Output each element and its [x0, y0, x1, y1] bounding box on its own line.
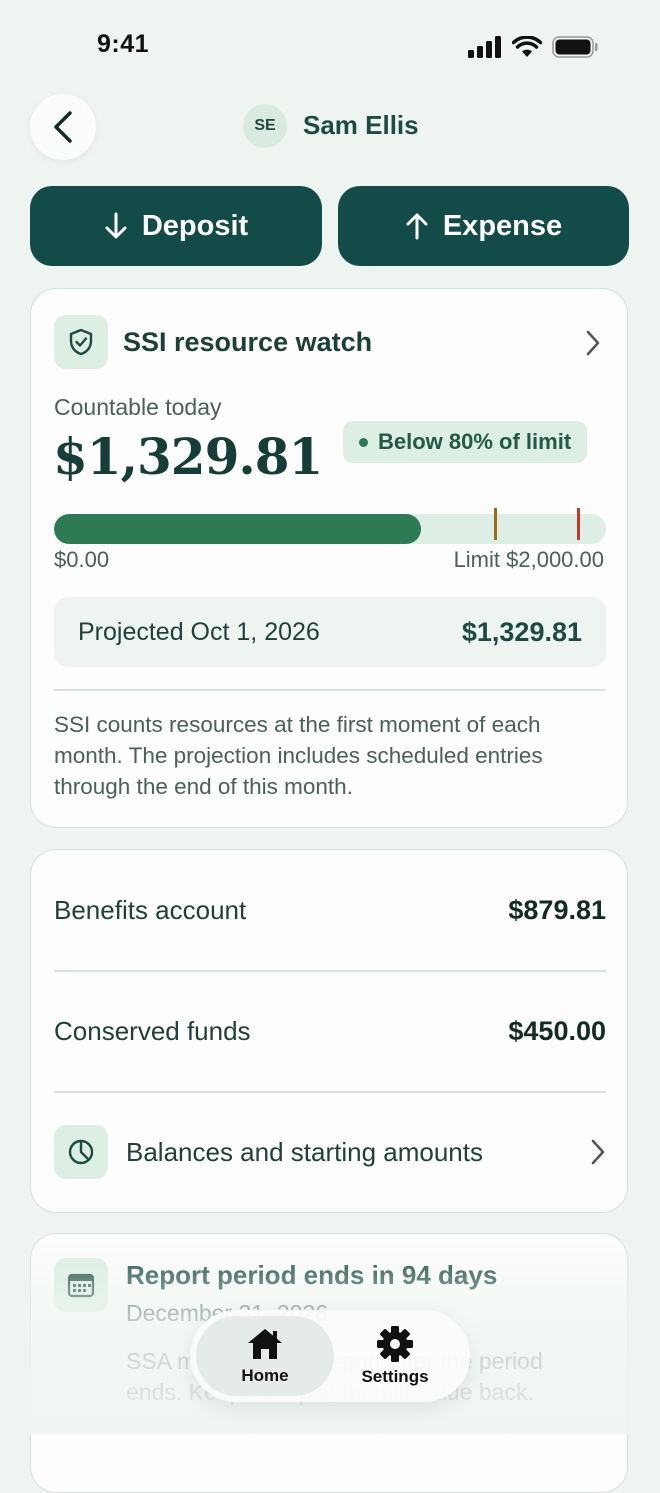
balance-row-benefits: Benefits account $879.81 — [54, 850, 606, 970]
user-name[interactable]: Sam Ellis — [303, 110, 419, 141]
report-icon-tile — [54, 1258, 108, 1312]
projected-label: Projected Oct 1, 2026 — [78, 617, 320, 646]
cellular-signal-icon — [468, 36, 501, 58]
divider — [54, 689, 606, 691]
back-button[interactable] — [30, 94, 96, 160]
balance-value: $450.00 — [508, 1015, 606, 1046]
balance-value: $879.81 — [508, 894, 606, 925]
deposit-label: Deposit — [141, 209, 249, 242]
balance-label: Benefits account — [54, 894, 247, 925]
tab-home[interactable]: Home — [196, 1316, 334, 1396]
home-icon — [248, 1329, 282, 1359]
projected-value: $1,329.81 — [461, 616, 582, 647]
balances-card: Benefits account $879.81 Conserved funds… — [30, 849, 628, 1213]
shield-check-icon — [69, 328, 93, 356]
status-badge: Below 80% of limit — [343, 421, 588, 463]
chevron-left-icon — [54, 111, 72, 143]
ssi-resource-card[interactable]: SSI resource watch Countable today $1,32… — [30, 288, 628, 828]
threshold-marker-80 — [494, 508, 498, 540]
ssi-note: SSI counts resources at the first moment… — [54, 712, 543, 799]
balances-link-label: Balances and starting amounts — [126, 1136, 483, 1167]
wifi-icon — [512, 36, 542, 57]
battery-icon — [552, 36, 598, 58]
balance-label: Conserved funds — [54, 1015, 251, 1046]
resource-progress-bar — [54, 514, 606, 544]
balance-row-conserved: Conserved funds $450.00 — [54, 971, 606, 1091]
balances-icon-tile — [54, 1125, 108, 1179]
pie-chart-icon — [68, 1139, 94, 1165]
arrow-down-icon — [105, 212, 127, 239]
countable-amount: $1,329.81 — [53, 427, 323, 486]
chevron-right-icon[interactable] — [585, 329, 601, 357]
ssi-card-title: SSI resource watch — [123, 327, 373, 357]
report-title: Report period ends in 94 days — [126, 1260, 498, 1290]
status-dot — [359, 437, 368, 447]
tab-home-label: Home — [241, 1366, 289, 1385]
countable-label: Countable today — [54, 394, 222, 420]
expense-label: Expense — [442, 209, 563, 242]
bar-max-label: Limit $2,000.00 — [453, 547, 604, 572]
status-time: 9:41 — [97, 30, 150, 58]
tab-bar: Home Settings — [190, 1310, 470, 1402]
chevron-right-icon — [591, 1139, 605, 1165]
arrow-up-icon — [406, 213, 428, 240]
gear-icon — [377, 1326, 413, 1362]
bar-min-label: $0.00 — [54, 547, 110, 572]
status-badge-label: Below 80% of limit — [378, 429, 572, 454]
tab-settings[interactable]: Settings — [326, 1316, 464, 1396]
calendar-icon — [67, 1273, 95, 1298]
balances-link-row[interactable]: Balances and starting amounts — [54, 1092, 606, 1212]
ssi-icon-tile — [54, 315, 108, 369]
avatar: SE — [243, 104, 287, 148]
tab-settings-label: Settings — [361, 1367, 429, 1386]
progress-fill — [54, 514, 422, 544]
deposit-button[interactable]: Deposit — [30, 186, 322, 266]
threshold-marker-limit — [576, 508, 580, 540]
expense-button[interactable]: Expense — [338, 186, 629, 266]
projected-summary: Projected Oct 1, 2026 $1,329.81 — [54, 597, 606, 667]
status-icons — [468, 36, 598, 58]
